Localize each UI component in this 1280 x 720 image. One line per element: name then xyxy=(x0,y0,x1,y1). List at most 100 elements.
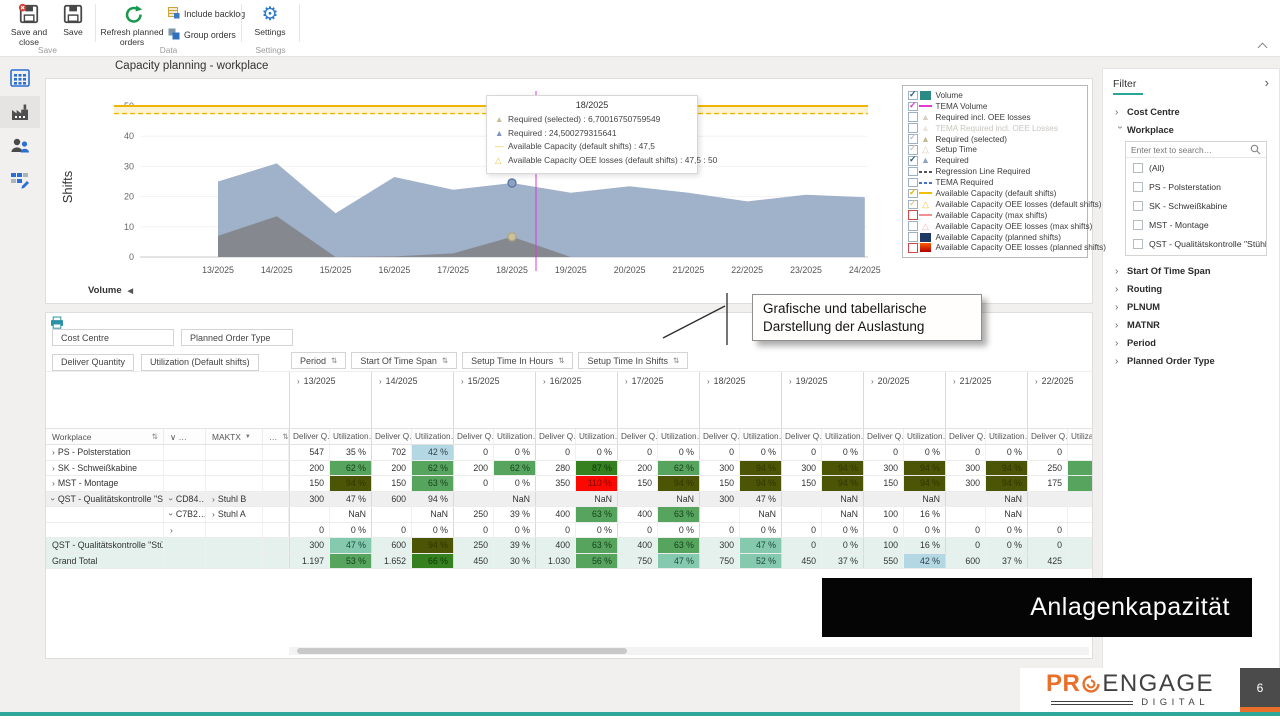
legend-checkbox[interactable] xyxy=(908,232,918,242)
settings-button[interactable]: ⚙ Settings xyxy=(246,3,294,38)
period-header[interactable]: › 17/2025 xyxy=(617,372,699,428)
expander-icon[interactable]: › xyxy=(164,497,179,500)
collapse-ribbon-button[interactable] xyxy=(1257,38,1268,56)
field-chip[interactable]: Deliver Quantity xyxy=(52,353,135,371)
volume-axis-toggle[interactable]: Volume ◀ xyxy=(88,285,133,296)
period-header[interactable]: › 19/2025 xyxy=(781,372,863,428)
checkbox-icon[interactable] xyxy=(1133,238,1143,249)
chips-row-2-wrap: Deliver Quantity Utilization (Default shi… xyxy=(52,352,1088,371)
expander-icon[interactable]: › xyxy=(46,497,61,500)
period-header[interactable]: › 21/2025 xyxy=(945,372,1027,428)
legend-checkbox[interactable] xyxy=(908,166,918,177)
column-subheader[interactable]: Deliver Q… xyxy=(1027,429,1067,444)
checkbox-icon[interactable] xyxy=(1133,200,1143,211)
column-header[interactable]: … ⇅ xyxy=(263,429,289,444)
filter-section[interactable]: › Workplace xyxy=(1114,121,1273,139)
period-header[interactable]: › 18/2025 xyxy=(699,372,781,428)
column-subheader[interactable]: Deliver Q… xyxy=(945,429,985,444)
column-header[interactable]: Workplace ⇅ xyxy=(46,429,164,444)
expander-icon[interactable]: › xyxy=(164,513,179,516)
expander-icon[interactable]: › xyxy=(52,445,55,460)
period-header[interactable]: › 16/2025 xyxy=(535,372,617,428)
save-button[interactable]: Save xyxy=(56,3,90,37)
checkbox-icon[interactable] xyxy=(1133,181,1143,192)
group-orders-button[interactable]: Group orders xyxy=(168,28,236,42)
checkbox-icon[interactable] xyxy=(1133,162,1143,173)
legend-checkbox[interactable] xyxy=(908,243,918,253)
column-subheader[interactable]: Utilization… xyxy=(739,429,781,444)
legend-checkbox[interactable] xyxy=(908,210,918,220)
filter-section[interactable]: › Period xyxy=(1115,334,1273,352)
workplace-option[interactable]: SK - Schweißkabine xyxy=(1126,196,1266,215)
column-subheader[interactable]: Deliver Q… xyxy=(453,429,493,444)
column-subheader[interactable]: Deliver Q… xyxy=(371,429,411,444)
sidebar-item-people[interactable] xyxy=(0,130,40,162)
column-subheader[interactable]: Utilization… xyxy=(1067,429,1092,444)
filter-section[interactable]: › MATNR xyxy=(1115,316,1273,334)
column-subheader[interactable]: Deliver Q… xyxy=(699,429,739,444)
period-header[interactable]: › 15/2025 xyxy=(453,372,535,428)
sort-chip[interactable]: Period ⇅ xyxy=(291,352,347,369)
column-subheader[interactable]: Utilization… xyxy=(575,429,617,444)
legend-checkbox[interactable]: ✓ xyxy=(908,100,918,112)
column-subheader[interactable]: Utilization… xyxy=(985,429,1027,444)
include-backlog-button[interactable]: Include backlog xyxy=(168,7,245,21)
column-subheader[interactable]: Deliver Q… xyxy=(289,429,329,444)
legend-checkbox[interactable]: ✓ xyxy=(908,198,918,210)
period-header[interactable]: › 22/2025 xyxy=(1027,372,1092,428)
column-subheader[interactable]: Deliver Q… xyxy=(617,429,657,444)
expander-icon[interactable]: › xyxy=(52,461,55,476)
refresh-planned-orders-button[interactable]: Refresh planned orders xyxy=(100,3,164,48)
utilization-cell: 47 % xyxy=(739,538,781,553)
horizontal-scrollbar[interactable] xyxy=(289,647,1089,655)
expander-icon[interactable]: › xyxy=(212,507,215,522)
expander-icon[interactable]: › xyxy=(52,476,55,491)
column-subheader[interactable]: Deliver Q… xyxy=(781,429,821,444)
legend-checkbox[interactable] xyxy=(908,221,918,231)
column-header[interactable]: ∨ … xyxy=(164,429,206,444)
column-subheader[interactable]: Utilization… xyxy=(329,429,371,444)
column-subheader[interactable]: Utilization… xyxy=(657,429,699,444)
legend-checkbox[interactable] xyxy=(908,112,918,122)
workplace-option[interactable]: QST - Qualitätskontrolle "Stühle" xyxy=(1126,234,1266,253)
planning-grid-pencil-icon xyxy=(11,173,29,189)
sidebar-item-workplace[interactable] xyxy=(0,96,40,128)
field-chip[interactable]: Utilization (Default shifts) xyxy=(141,353,259,371)
utilization-cell: 94 % xyxy=(739,460,781,475)
column-header[interactable]: MAKTX ▼ xyxy=(206,429,263,444)
workplace-option[interactable]: PS - Polsterstation xyxy=(1126,177,1266,196)
column-subheader[interactable]: Utilization… xyxy=(903,429,945,444)
field-chip[interactable]: Cost Centre xyxy=(52,329,174,346)
column-subheader[interactable]: Deliver Q… xyxy=(863,429,903,444)
expander-icon[interactable]: › xyxy=(170,523,173,538)
column-subheader[interactable]: Utilization… xyxy=(821,429,863,444)
sort-chip[interactable]: Start Of Time Span ⇅ xyxy=(351,352,458,369)
filter-section[interactable]: › Planned Order Type xyxy=(1115,352,1273,370)
expander-icon[interactable]: › xyxy=(212,492,215,507)
column-subheader[interactable]: Utilization… xyxy=(493,429,535,444)
workplace-option[interactable]: (All) xyxy=(1126,158,1266,177)
column-subheader[interactable]: Deliver Q… xyxy=(535,429,575,444)
column-subheader[interactable]: Utilization… xyxy=(411,429,453,444)
sort-chip[interactable]: Setup Time In Hours ⇅ xyxy=(462,352,574,369)
checkbox-icon[interactable] xyxy=(1133,219,1143,230)
legend-item-label: Required xyxy=(935,156,969,166)
filter-section[interactable]: › Cost Centre xyxy=(1115,103,1273,121)
sidebar-item-planning-board[interactable] xyxy=(0,164,40,196)
period-header[interactable]: › 14/2025 xyxy=(371,372,453,428)
period-header[interactable]: › 13/2025 xyxy=(289,372,371,428)
workplace-option[interactable]: MST - Montage xyxy=(1126,215,1266,234)
filter-section[interactable]: › Start Of Time Span xyxy=(1115,262,1273,280)
field-chip[interactable]: Planned Order Type xyxy=(181,329,293,346)
save-and-close-button[interactable]: Save and close xyxy=(6,3,52,48)
filter-section[interactable]: › Routing xyxy=(1115,280,1273,298)
deliver-cell: 200 xyxy=(453,460,493,475)
sort-chip[interactable]: Setup Time In Shifts ⇅ xyxy=(578,352,689,369)
period-header[interactable]: › 20/2025 xyxy=(863,372,945,428)
legend-checkbox[interactable]: ✓ xyxy=(908,154,918,166)
scrollbar-thumb[interactable] xyxy=(297,648,627,654)
sidebar-item-calendar[interactable] xyxy=(0,62,40,94)
filter-section[interactable]: › PLNUM xyxy=(1115,298,1273,316)
collapse-filter-button[interactable]: › xyxy=(1265,75,1269,90)
filter-search-input[interactable] xyxy=(1131,144,1250,155)
